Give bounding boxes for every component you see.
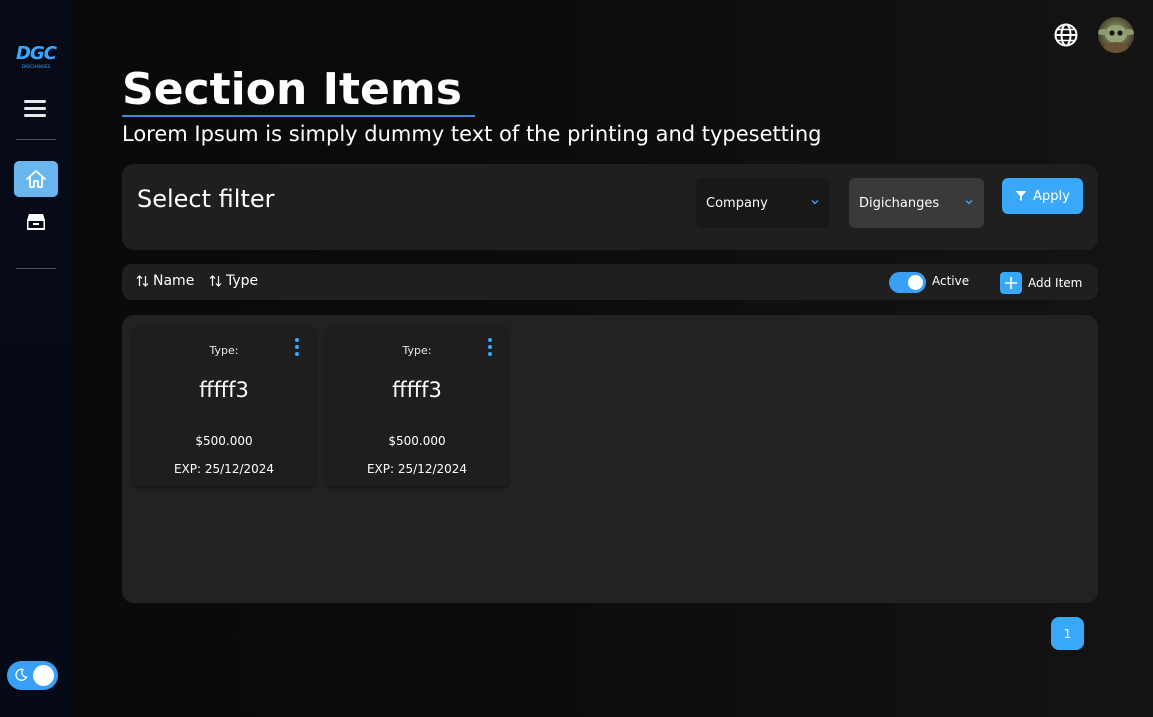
sort-name-label: Name	[153, 273, 195, 289]
avatar[interactable]	[1098, 17, 1134, 53]
theme-toggle[interactable]	[7, 661, 58, 690]
item-card[interactable]: Type: fffff3 $500.000 EXP: 25/12/2024	[133, 326, 315, 486]
sidebar-divider	[16, 139, 56, 140]
sort-icon	[209, 275, 222, 287]
item-type-label: Type:	[209, 344, 239, 357]
sidebar-item-home[interactable]	[14, 161, 58, 197]
logo-subtext: DIGICHANGES	[21, 64, 51, 69]
page-subtitle: Lorem Ipsum is simply dummy text of the …	[122, 122, 822, 146]
moon-icon	[15, 668, 28, 681]
chevron-down-icon	[965, 200, 973, 205]
sort-name-button[interactable]: Name	[136, 273, 194, 289]
toggle-knob	[33, 665, 54, 686]
item-expiration: EXP: 25/12/2024	[366, 462, 468, 476]
sort-icon	[136, 275, 149, 287]
apply-label: Apply	[1033, 188, 1070, 204]
organization-select[interactable]: Digichanges	[849, 178, 984, 228]
sidebar-divider	[16, 268, 56, 269]
add-item-button[interactable]: Add Item	[1000, 272, 1082, 294]
item-price: $500.000	[195, 434, 253, 448]
filter-panel: Select filter Company Digichanges Apply	[122, 164, 1098, 250]
page-title: Section Items	[122, 64, 462, 115]
sidebar-item-inbox[interactable]	[24, 210, 48, 234]
add-item-label: Add Item	[1028, 276, 1083, 290]
inbox-icon	[27, 214, 45, 230]
active-label: Active	[932, 274, 970, 288]
items-toolbar: Name Type Active Add Item	[122, 264, 1098, 300]
item-price: $500.000	[388, 434, 446, 448]
items-panel: Type: fffff3 $500.000 EXP: 25/12/2024 Ty…	[122, 315, 1098, 603]
apply-button[interactable]: Apply	[1002, 178, 1083, 214]
globe-icon[interactable]	[1053, 22, 1079, 48]
plus-icon	[1000, 272, 1022, 294]
sort-type-button[interactable]: Type	[209, 273, 258, 289]
item-type-label: Type:	[402, 344, 432, 357]
filter-icon	[1015, 191, 1027, 201]
filter-title: Select filter	[137, 185, 275, 213]
item-card[interactable]: Type: fffff3 $500.000 EXP: 25/12/2024	[326, 326, 508, 486]
title-underline	[122, 115, 475, 117]
toggle-knob	[908, 275, 923, 290]
item-name: fffff3	[199, 378, 249, 402]
company-select-label: Company	[706, 195, 768, 211]
kebab-menu-icon[interactable]	[485, 338, 495, 358]
kebab-menu-icon[interactable]	[292, 338, 302, 358]
sidebar: DGC DIGICHANGES	[0, 0, 72, 717]
item-expiration: EXP: 25/12/2024	[173, 462, 275, 476]
company-select[interactable]: Company	[696, 178, 830, 228]
organization-select-label: Digichanges	[859, 195, 940, 211]
sort-type-label: Type	[226, 273, 259, 289]
chevron-down-icon	[811, 200, 819, 205]
avatar-image	[1098, 25, 1134, 53]
item-name: fffff3	[392, 378, 442, 402]
pagination-page-button[interactable]: 1	[1051, 617, 1084, 650]
active-toggle[interactable]	[889, 272, 926, 293]
menu-icon[interactable]	[22, 96, 50, 120]
home-icon	[26, 170, 46, 188]
